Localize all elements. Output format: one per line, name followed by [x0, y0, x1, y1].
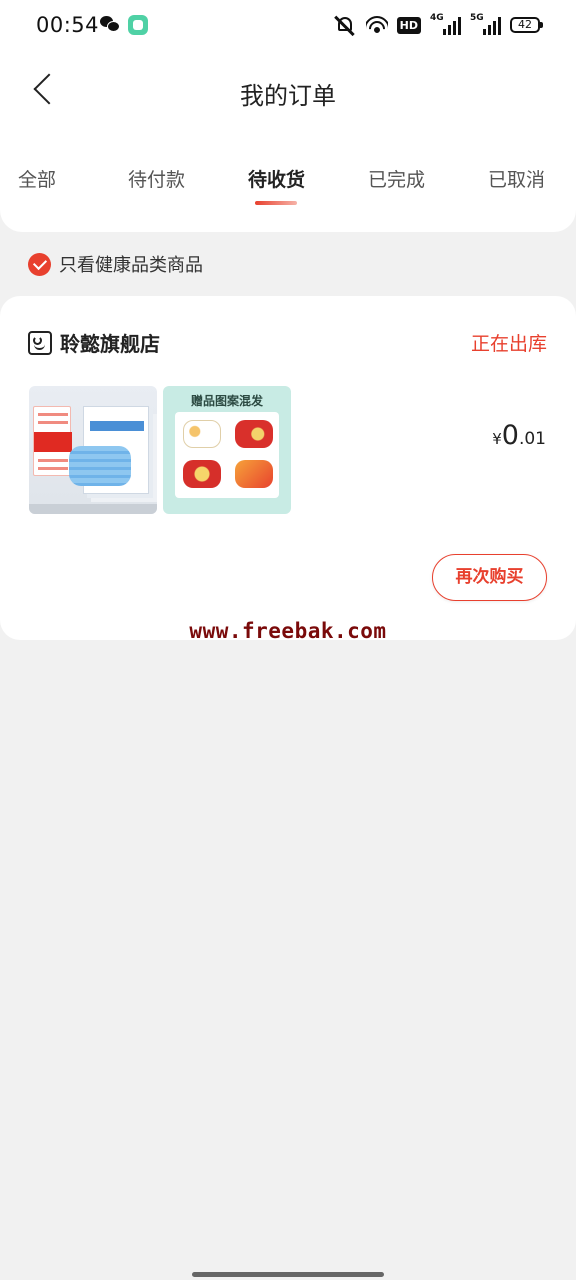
price-symbol: ¥	[492, 430, 502, 448]
status-right: HD 4G 5G 42	[333, 13, 543, 37]
watermark: www.freebak.com	[189, 619, 387, 643]
top-panel: 00:54 HD 4G 5G 42 我的订单 全部 待付款 待收货 已完成 已取…	[0, 0, 576, 232]
wechat-icon	[100, 16, 120, 34]
header: 我的订单	[0, 52, 576, 132]
tab-cancelled[interactable]: 已取消	[488, 165, 545, 192]
product-image-gift[interactable]: 赠品图案混发	[163, 386, 291, 514]
store-name: 聆懿旗舰店	[60, 332, 160, 356]
price-integer: 0	[501, 420, 519, 451]
health-filter-label: 只看健康品类商品	[59, 255, 203, 276]
gift-mask-4	[235, 460, 273, 488]
order-price: ¥0.01	[492, 420, 546, 451]
mask-graphic	[69, 446, 131, 486]
status-bar: 00:54 HD 4G 5G 42	[0, 0, 576, 52]
tab-pending-receipt[interactable]: 待收货	[248, 165, 305, 192]
price-decimal: .01	[518, 429, 546, 449]
signal-5g-icon: 5G	[470, 13, 501, 35]
store-row[interactable]: 聆懿旗舰店	[28, 328, 160, 357]
tab-all[interactable]: 全部	[18, 165, 56, 192]
hd-badge: HD	[396, 16, 421, 34]
health-filter[interactable]: 只看健康品类商品	[28, 252, 203, 276]
mute-icon	[333, 14, 357, 37]
tab-completed[interactable]: 已完成	[368, 165, 425, 192]
store-icon	[28, 330, 52, 355]
gift-mask-1	[183, 420, 221, 448]
wifi-icon	[365, 15, 388, 35]
tab-pending-payment[interactable]: 待付款	[128, 165, 185, 192]
status-left-icons	[100, 15, 148, 36]
active-tab-indicator	[255, 201, 297, 205]
gift-mask-2	[235, 420, 273, 448]
status-time: 00:54	[36, 13, 100, 37]
check-icon[interactable]	[28, 252, 51, 276]
order-tabs: 全部 待付款 待收货 已完成 已取消	[0, 165, 576, 215]
order-status: 正在出库	[470, 333, 547, 355]
gift-masks-panel	[175, 412, 279, 498]
page-title: 我的订单	[240, 82, 336, 110]
home-indicator[interactable]	[192, 1272, 384, 1277]
gift-image-title: 赠品图案混发	[190, 394, 263, 408]
gift-mask-3	[183, 460, 221, 488]
app-icon	[128, 15, 148, 35]
network-4g-label: 4G	[430, 13, 444, 23]
network-5g-label: 5G	[470, 13, 484, 23]
rebuy-button[interactable]: 再次购买	[432, 554, 547, 601]
product-image-mask[interactable]	[29, 386, 157, 514]
battery-icon: 42	[510, 17, 543, 33]
order-card[interactable]: 聆懿旗舰店 正在出库 赠品图案混发 ¥0.01 再次购买	[0, 296, 576, 640]
product-tag-graphic	[33, 406, 72, 476]
signal-4g-icon: 4G	[430, 13, 461, 35]
